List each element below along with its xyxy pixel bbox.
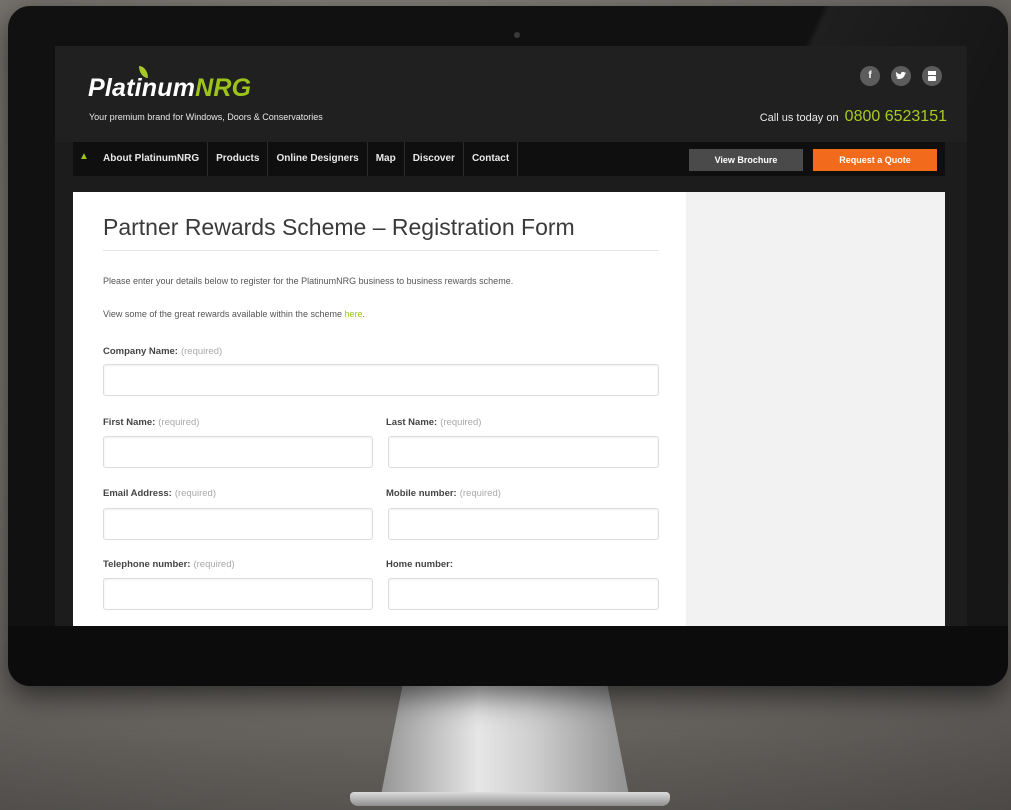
nav-item-about[interactable]: About PlatinumNRG xyxy=(95,142,209,176)
nav-item-online-designers[interactable]: Online Designers xyxy=(268,142,368,176)
rewards-link[interactable]: here xyxy=(344,309,362,319)
phone-number[interactable]: 0800 6523151 xyxy=(845,108,947,125)
nav-item-map[interactable]: Map xyxy=(368,142,405,176)
required-hint: (required) xyxy=(459,488,501,499)
twitter-icon[interactable] xyxy=(891,66,911,86)
main-navigation: ▲ About PlatinumNRG Products Online Desi… xyxy=(73,142,945,176)
first-name-label: First Name: (required) xyxy=(103,417,199,428)
logo-main-text: Platinum xyxy=(88,74,196,102)
facebook-icon[interactable]: f xyxy=(860,66,880,86)
home-number-label-text: Home number: xyxy=(386,559,454,570)
site-logo[interactable]: PlatinumNRG xyxy=(88,74,251,103)
rewards-text-end: . xyxy=(362,309,366,319)
nav-item-contact[interactable]: Contact xyxy=(464,142,519,176)
sidebar xyxy=(686,192,945,626)
mobile-label-text: Mobile number: xyxy=(386,488,457,499)
company-name-input[interactable] xyxy=(103,364,659,396)
view-brochure-button[interactable]: View Brochure xyxy=(689,149,803,171)
home-icon[interactable]: ▲ xyxy=(79,152,89,162)
first-name-input[interactable] xyxy=(103,436,373,468)
home-number-label: Home number: xyxy=(386,559,453,570)
required-hint: (required) xyxy=(180,346,223,357)
logo-accent-text: NRG xyxy=(195,74,252,102)
company-name-label: Company Name: (required) xyxy=(103,346,222,357)
main-content: Partner Rewards Scheme – Registration Fo… xyxy=(73,192,945,626)
call-us-text: Call us today on 0800 6523151 xyxy=(760,108,947,126)
required-hint: (required) xyxy=(174,488,216,499)
last-name-label-text: Last Name: xyxy=(386,417,438,428)
youtube-icon[interactable] xyxy=(922,66,942,86)
rewards-text: View some of the great rewards available… xyxy=(103,309,365,319)
site-tagline: Your premium brand for Windows, Doors & … xyxy=(89,112,323,122)
monitor-stand xyxy=(380,686,630,796)
required-hint: (required) xyxy=(158,417,200,428)
mobile-label: Mobile number: (required) xyxy=(386,488,501,499)
camera-dot xyxy=(514,32,520,38)
telephone-label-text: Telephone number: xyxy=(103,559,191,570)
last-name-label: Last Name: (required) xyxy=(386,417,481,428)
required-hint: (required) xyxy=(193,559,235,570)
nav-menu: About PlatinumNRG Products Online Design… xyxy=(95,142,519,176)
monitor-chin xyxy=(8,626,1008,686)
page-title: Partner Rewards Scheme – Registration Fo… xyxy=(103,214,575,240)
title-divider xyxy=(103,250,659,251)
first-name-label-text: First Name: xyxy=(103,417,156,428)
last-name-input[interactable] xyxy=(388,436,659,468)
telephone-label: Telephone number: (required) xyxy=(103,559,235,570)
email-label-text: Email Address: xyxy=(103,488,172,499)
call-us-label: Call us today on xyxy=(759,112,839,124)
mobile-input[interactable] xyxy=(388,508,659,540)
email-input[interactable] xyxy=(103,508,373,540)
site-header: PlatinumNRG Your premium brand for Windo… xyxy=(55,46,967,142)
nav-item-products[interactable]: Products xyxy=(208,142,269,176)
intro-text: Please enter your details below to regis… xyxy=(103,276,514,286)
home-number-input[interactable] xyxy=(388,578,659,610)
request-quote-button[interactable]: Request a Quote xyxy=(813,149,937,171)
company-name-label-text: Company Name: xyxy=(103,346,178,357)
required-hint: (required) xyxy=(440,417,482,428)
telephone-input[interactable] xyxy=(103,578,373,610)
email-label: Email Address: (required) xyxy=(103,488,216,499)
browser-screen: PlatinumNRG Your premium brand for Windo… xyxy=(55,46,967,626)
monitor-stand-base xyxy=(350,792,670,806)
nav-item-discover[interactable]: Discover xyxy=(405,142,464,176)
rewards-text-body: View some of the great rewards available… xyxy=(103,309,342,319)
